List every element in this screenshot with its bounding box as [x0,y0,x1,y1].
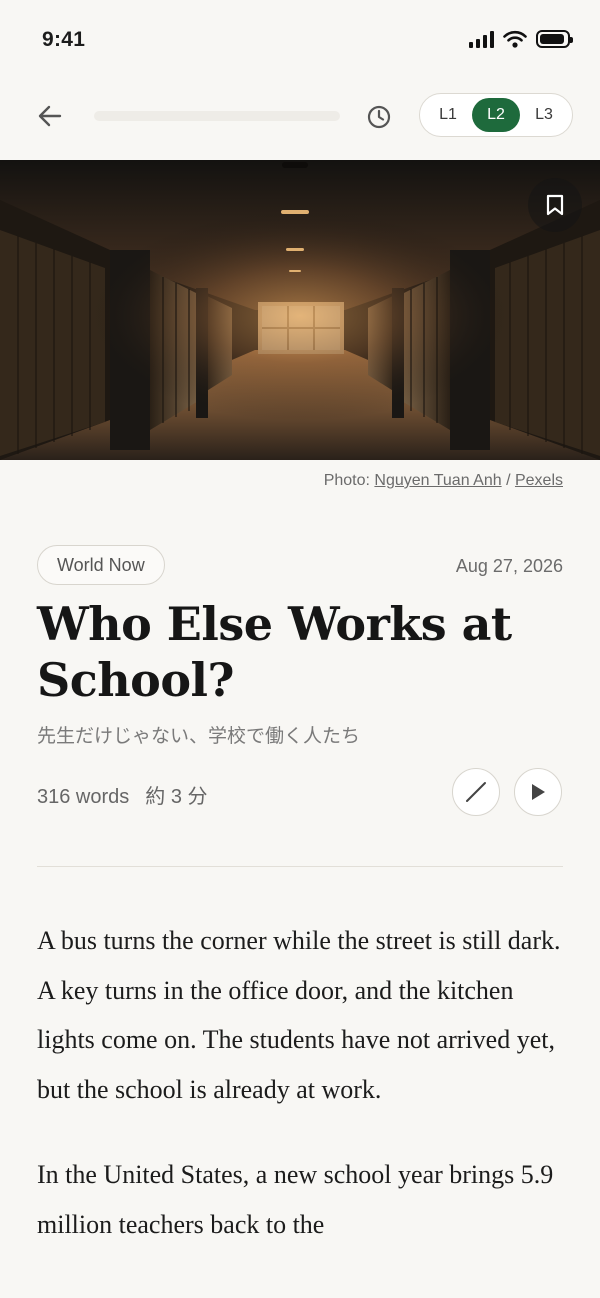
article-paragraph: In the United States, a new school year … [37,1160,554,1239]
category-badge[interactable]: World Now [37,545,165,585]
photo-source-link[interactable]: Pexels [515,472,563,489]
photo-credit-prefix: Photo: [323,472,375,489]
battery-icon [536,30,573,48]
bookmark-icon [546,194,564,216]
status-icons [469,30,573,48]
history-clock-icon[interactable] [366,104,392,130]
article-subtitle: 先生だけじゃない、学校で働く人たち [37,726,361,747]
wifi-icon [503,30,527,48]
level-selector: L1 L2 L3 [419,93,573,137]
photo-credit: Photo: Nguyen Tuan Anh / Pexels [324,472,563,490]
status-bar: 9:41 [0,0,600,80]
article-body: A bus turns the corner while the street … [37,916,567,1285]
play-icon [532,784,545,800]
reading-time: 約 3 分 [145,786,208,808]
section-divider [37,866,563,867]
level-l1-button[interactable]: L1 [424,98,472,132]
pen-slash-icon [466,782,486,802]
bookmark-button[interactable] [528,178,582,232]
article-date: Aug 27, 2026 [455,556,563,576]
hero-photo [0,160,600,460]
school-hallway-photo [0,160,600,460]
article-paragraph: A bus turns the corner while the street … [37,926,561,1104]
level-l3-button[interactable]: L3 [520,98,568,132]
article-meta: 316 words 約 3 分 [37,780,208,809]
word-count: 316 words [37,786,130,808]
back-arrow-icon[interactable] [36,102,64,130]
article-title: Who Else Works at School? [37,597,512,707]
annotate-button[interactable] [452,768,500,816]
photo-author-link[interactable]: Nguyen Tuan Anh [374,472,501,489]
top-navigation: L1 L2 L3 [0,88,600,144]
reading-progress-bar [94,111,340,121]
cellular-signal-icon [469,30,494,48]
play-audio-button[interactable] [514,768,562,816]
level-l2-button[interactable]: L2 [472,98,520,132]
photo-credit-separator: / [501,472,515,489]
status-time: 9:41 [42,28,86,51]
